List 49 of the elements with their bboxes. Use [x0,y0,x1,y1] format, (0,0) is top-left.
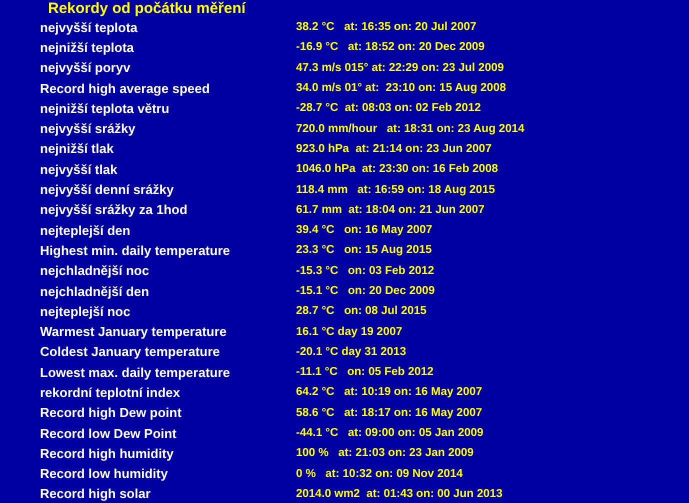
record-value: 38.2 °C at: 16:35 on: 20 Jul 2007 [296,21,478,34]
record-value: 64.2 °C at: 10:19 on: 16 May 2007 [296,386,484,398]
record-value: 118.4 mm at: 16:59 on: 18 Aug 2015 [296,184,496,196]
record-label: nejteplejší den [40,222,132,238]
record-label: nejvyšší srážky [40,121,136,136]
record-label: Lowest max. daily temperature [40,364,232,380]
record-label: nejvyšší teplota [40,20,139,35]
record-value: 1046.0 hPa at: 23:30 on: 16 Feb 2008 [296,163,499,176]
record-label: nejvyšší tlak [40,162,118,177]
page-title: Rekordy od počátku měření [47,0,247,17]
record-label: Record low humidity [40,466,169,482]
record-label: Record high solar [40,486,152,502]
record-label: nejchladnější noc [40,263,150,278]
record-value: 16.1 °C day 19 2007 [296,326,404,338]
record-value: 34.0 m/s 01° at: 23:10 on: 15 Aug 2008 [296,82,507,94]
record-value: -15.1 °C on: 20 Dec 2009 [296,285,436,297]
record-value: 100 % at: 21:03 on: 23 Jan 2009 [296,447,475,460]
record-label: Record high humidity [40,446,175,461]
record-value: 2014.0 wm2 at: 01:43 on: 00 Jun 2013 [296,488,504,500]
record-label: Record low Dew Point [40,426,178,441]
record-value: 923.0 hPa at: 21:14 on: 23 Jun 2007 [296,142,493,155]
record-value: 720.0 mm/hour at: 18:31 on: 23 Aug 2014 [296,122,526,135]
record-value: -28.7 °C at: 08:03 on: 02 Feb 2012 [296,102,482,114]
record-label: nejteplejší noc [40,304,132,319]
record-label: nejvyšší poryv [40,60,132,76]
record-label: Record high average speed [40,80,211,96]
record-value: -15.3 °C on: 03 Feb 2012 [296,264,436,277]
record-value: -20.1 °C day 31 2013 [296,346,408,358]
record-label: Record high Dew point [40,405,183,420]
record-value: 61.7 mm at: 18:04 on: 21 Jun 2007 [296,204,486,216]
record-label: Warmest January temperature [40,324,228,340]
record-value: 47.3 m/s 015° at: 22:29 on: 23 Jul 2009 [296,62,505,74]
record-value: -16.9 °C at: 18:52 on: 20 Dec 2009 [296,41,486,54]
record-label: nejnižší teplota větru [40,100,170,116]
record-label: Coldest January temperature [40,344,221,360]
record-label: nejvyšší srážky za 1hod [40,202,188,218]
record-value: 58.6 °C at: 18:17 on: 16 May 2007 [296,406,484,419]
record-label: nejnižší teplota [40,40,135,55]
record-label: nejchladnější den [40,284,150,298]
record-label: nejnižší tlak [40,141,115,156]
record-value: -11.1 °C on: 05 Feb 2012 [296,366,435,378]
record-value: 0 % at: 10:32 on: 09 Nov 2014 [296,468,464,480]
record-value: 28.7 °C on: 08 Jul 2015 [296,305,428,318]
record-label: nejvyšší denní srážky [40,182,175,198]
record-label: Highest min. daily temperature [40,242,231,258]
record-value: -44.1 °C at: 09:00 on: 05 Jan 2009 [296,427,484,440]
record-value: 23.3 °C on: 15 Aug 2015 [296,244,433,256]
record-value: 39.4 °C on: 16 May 2007 [296,224,434,236]
record-label: rekordní teplotní index [40,384,182,400]
